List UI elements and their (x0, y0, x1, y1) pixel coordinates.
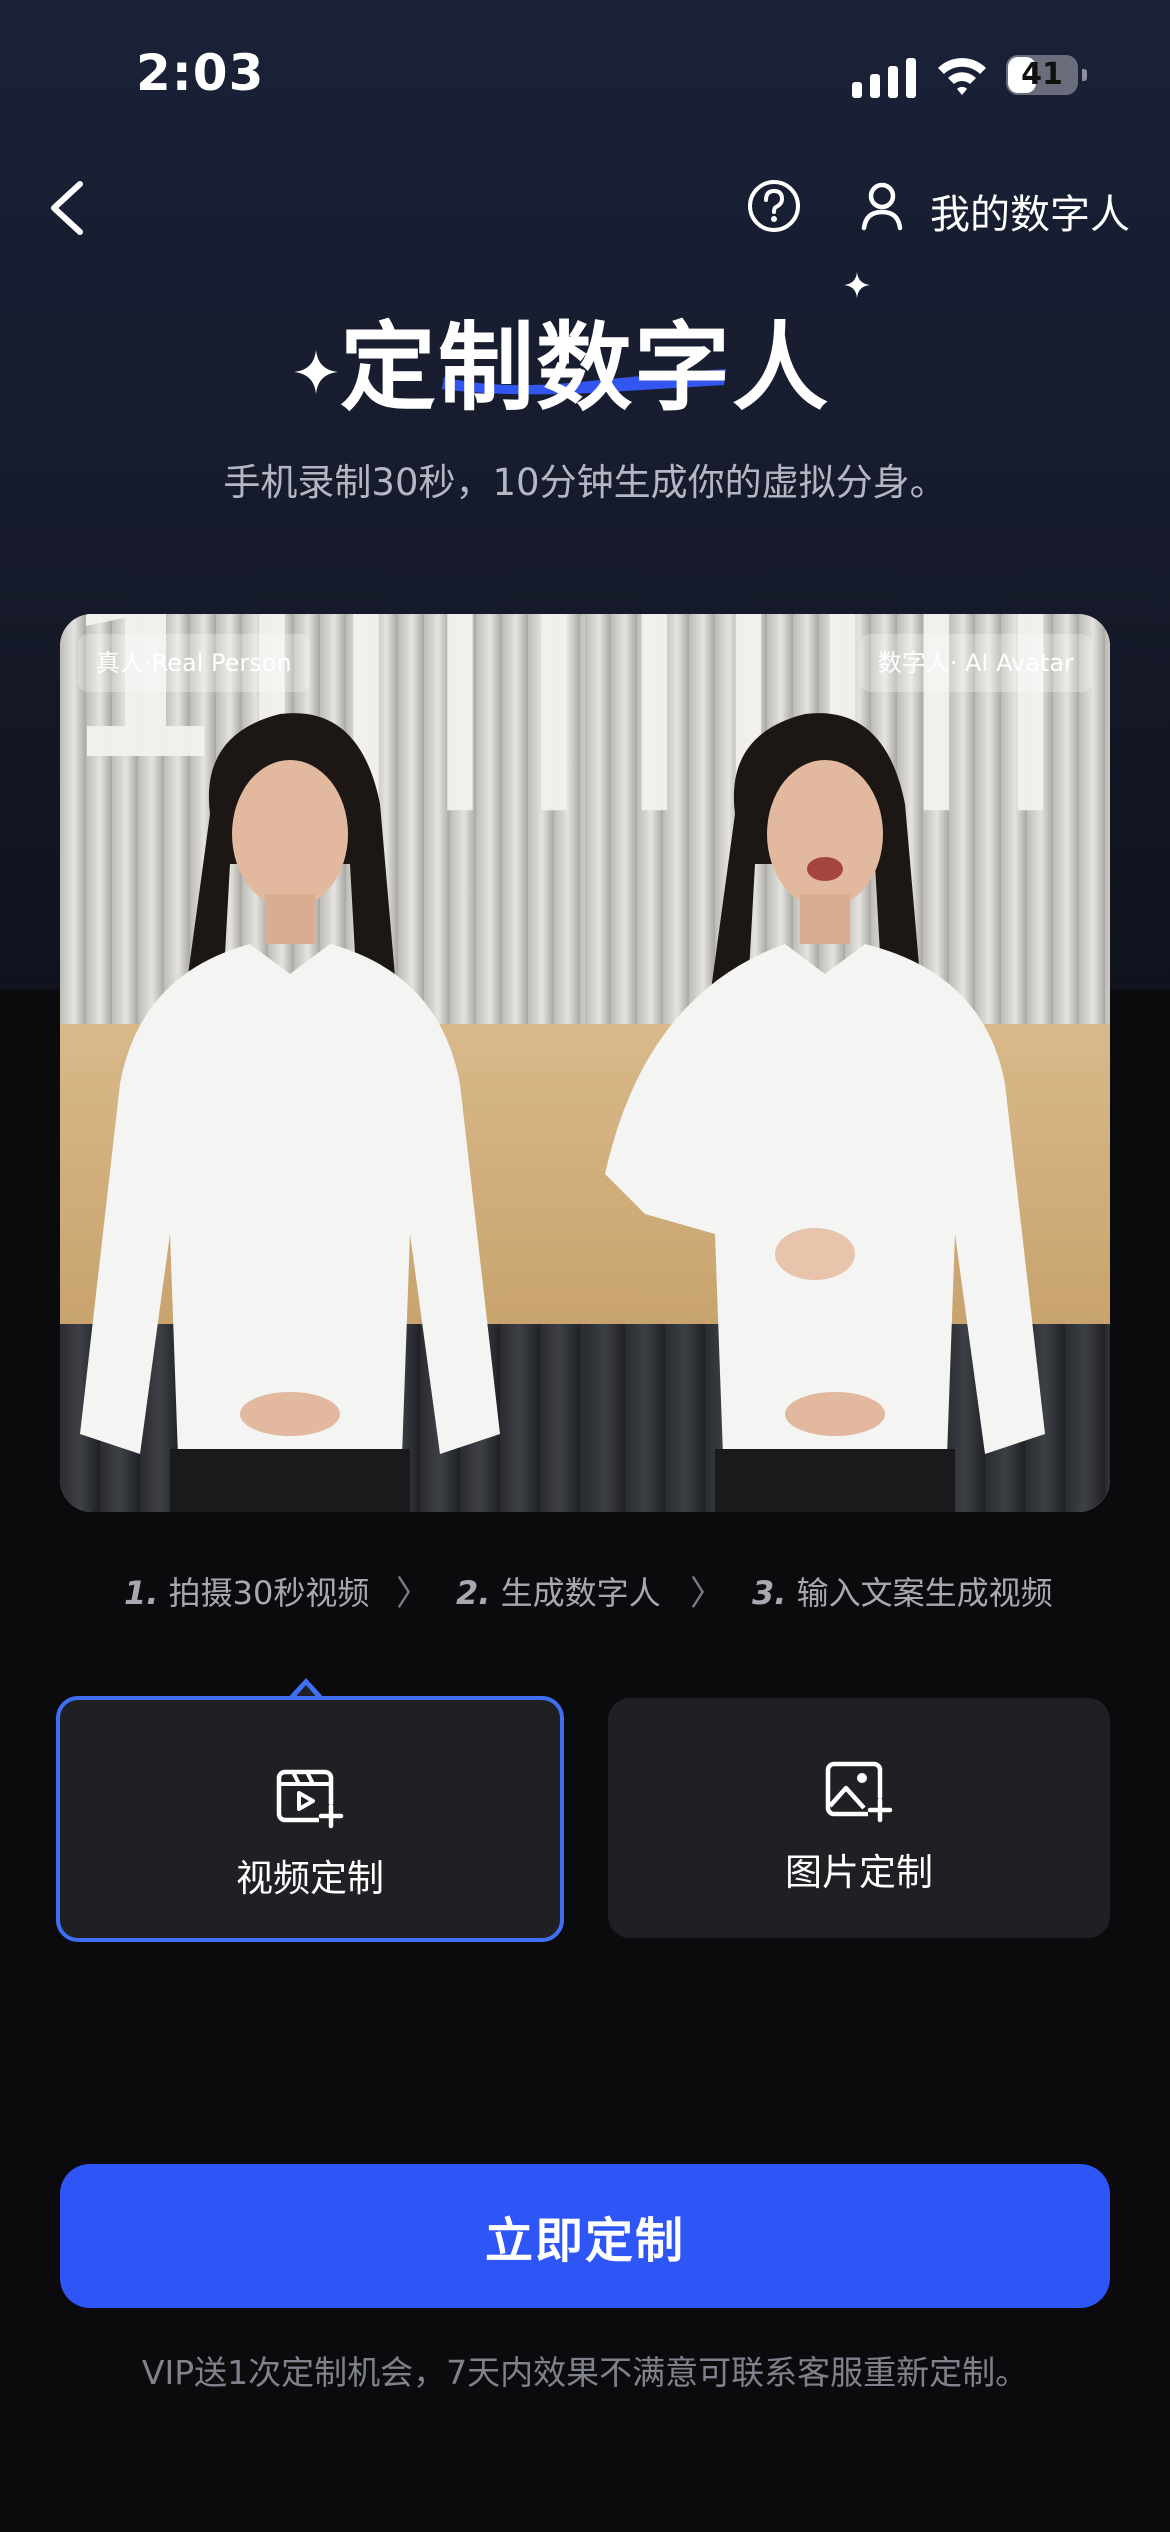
comparison-preview-image: 1|||| 真人·Real Person ||||| 数字人· AI Avata… (60, 614, 1110, 1512)
video-add-icon (276, 1769, 344, 1829)
page-title: 定制数字人 (340, 312, 830, 424)
user-icon[interactable] (858, 180, 906, 232)
image-custom-option[interactable]: 图片定制 (608, 1698, 1110, 1938)
customize-now-button[interactable]: 立即定制 (60, 2164, 1110, 2308)
battery-level: 41 (1021, 57, 1063, 92)
cellular-signal-icon (852, 58, 916, 98)
sparkle-icon (844, 272, 870, 298)
back-button[interactable] (44, 178, 92, 238)
video-custom-label: 视频定制 (236, 1857, 384, 1900)
chevron-left-icon (51, 181, 83, 235)
real-person-photo: 1|||| 真人·Real Person (60, 614, 585, 1512)
step-1: 1. 拍摄30秒视频 (124, 1574, 370, 1612)
status-time: 2:03 (136, 44, 265, 102)
sparkle-icon (294, 350, 338, 394)
real-person-tag: 真人·Real Person (78, 634, 310, 692)
my-digital-human-link[interactable]: 我的数字人 (930, 182, 1130, 240)
step-separator: 〉 (396, 1574, 430, 1614)
battery-icon: 41 (1006, 55, 1087, 95)
video-custom-option[interactable]: 视频定制 (56, 1696, 564, 1942)
page-subtitle: 手机录制30秒，10分钟生成你的虚拟分身。 (223, 461, 947, 504)
ai-avatar-photo: ||||| 数字人· AI Avatar (585, 614, 1110, 1512)
question-mark-icon (748, 180, 800, 232)
image-custom-label: 图片定制 (785, 1851, 933, 1894)
ai-avatar-tag: 数字人· AI Avatar (859, 634, 1092, 692)
step-3: 3. 输入文案生成视频 (752, 1574, 1053, 1612)
vip-note: VIP送1次定制机会，7天内效果不满意可联系客服重新定制。 (141, 2353, 1029, 2392)
wifi-icon (936, 54, 988, 98)
process-steps: 1. 拍摄30秒视频 〉 2. 生成数字人 〉 3. 输入文案生成视频 (60, 1562, 1110, 1622)
image-add-icon (825, 1761, 893, 1823)
step-separator: 〉 (690, 1574, 724, 1614)
help-button[interactable] (746, 178, 802, 234)
step-2: 2. 生成数字人 (456, 1574, 661, 1612)
